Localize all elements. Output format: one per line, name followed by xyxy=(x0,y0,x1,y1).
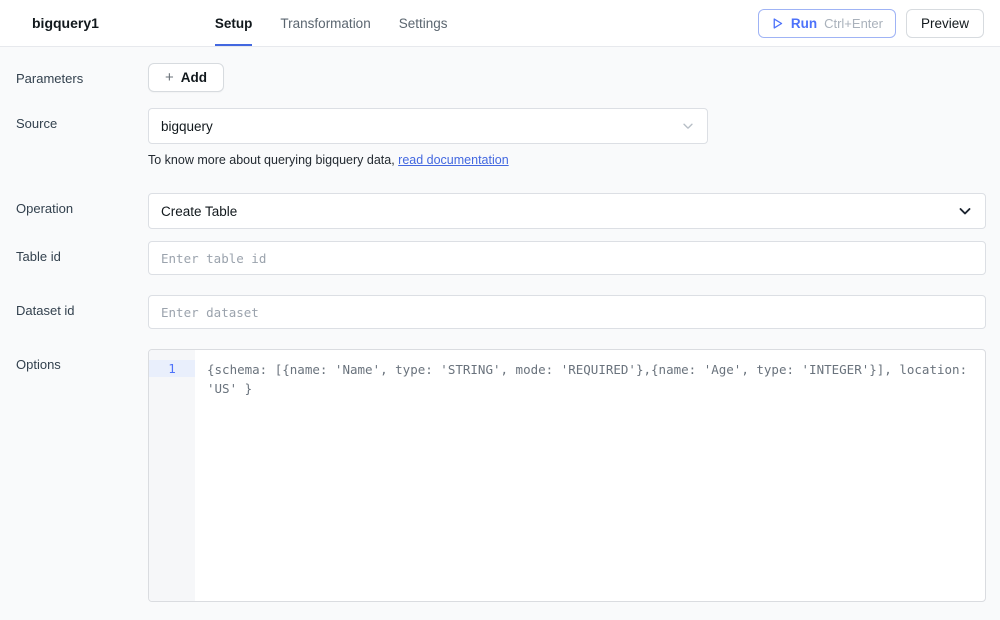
tab-transformation[interactable]: Transformation xyxy=(280,0,370,46)
code-editor-gutter: 1 xyxy=(149,350,195,601)
dataset-id-input[interactable] xyxy=(148,295,986,329)
header-actions: Run Ctrl+Enter Preview xyxy=(758,9,984,38)
read-documentation-link[interactable]: read documentation xyxy=(398,153,509,167)
source-helper-text: To know more about querying bigquery dat… xyxy=(148,153,986,167)
preview-button[interactable]: Preview xyxy=(906,9,984,38)
parameters-label: Parameters xyxy=(16,63,148,86)
options-row: Options 1 {schema: [{name: 'Name', type:… xyxy=(16,349,986,602)
chevron-down-icon xyxy=(957,203,973,219)
source-row: Source bigquery To know more about query… xyxy=(16,108,986,167)
dataset-id-row: Dataset id xyxy=(16,295,986,329)
run-button[interactable]: Run Ctrl+Enter xyxy=(758,9,896,38)
operation-row: Operation Create Table xyxy=(16,193,986,229)
query-editor-header: bigquery1 Setup Transformation Settings … xyxy=(0,0,1000,47)
operation-select[interactable]: Create Table xyxy=(148,193,986,229)
chevron-down-icon xyxy=(681,119,695,133)
options-label: Options xyxy=(16,349,148,372)
table-id-input[interactable] xyxy=(148,241,986,275)
play-icon xyxy=(771,17,784,30)
source-select-value: bigquery xyxy=(161,119,213,134)
add-parameter-label: Add xyxy=(181,70,207,85)
source-label: Source xyxy=(16,108,148,131)
plus-icon: + xyxy=(165,70,174,85)
operation-label: Operation xyxy=(16,193,148,216)
run-button-label: Run xyxy=(791,16,817,31)
line-number: 1 xyxy=(149,360,195,377)
table-id-row: Table id xyxy=(16,241,986,275)
add-parameter-button[interactable]: + Add xyxy=(148,63,224,92)
tab-bar: Setup Transformation Settings xyxy=(215,0,448,46)
run-shortcut: Ctrl+Enter xyxy=(824,16,883,31)
query-setup-form: Parameters + Add Source bigquery To know… xyxy=(0,63,1000,602)
parameters-row: Parameters + Add xyxy=(16,63,986,92)
source-select[interactable]: bigquery xyxy=(148,108,708,144)
options-code-editor[interactable]: 1 {schema: [{name: 'Name', type: 'STRING… xyxy=(148,349,986,602)
dataset-id-label: Dataset id xyxy=(16,295,148,318)
operation-select-value: Create Table xyxy=(161,204,237,219)
options-code-content[interactable]: {schema: [{name: 'Name', type: 'STRING',… xyxy=(195,350,985,601)
tab-setup[interactable]: Setup xyxy=(215,0,253,46)
source-helper-prefix: To know more about querying bigquery dat… xyxy=(148,153,398,167)
query-title: bigquery1 xyxy=(32,15,99,31)
table-id-label: Table id xyxy=(16,241,148,264)
tab-settings[interactable]: Settings xyxy=(399,0,448,46)
